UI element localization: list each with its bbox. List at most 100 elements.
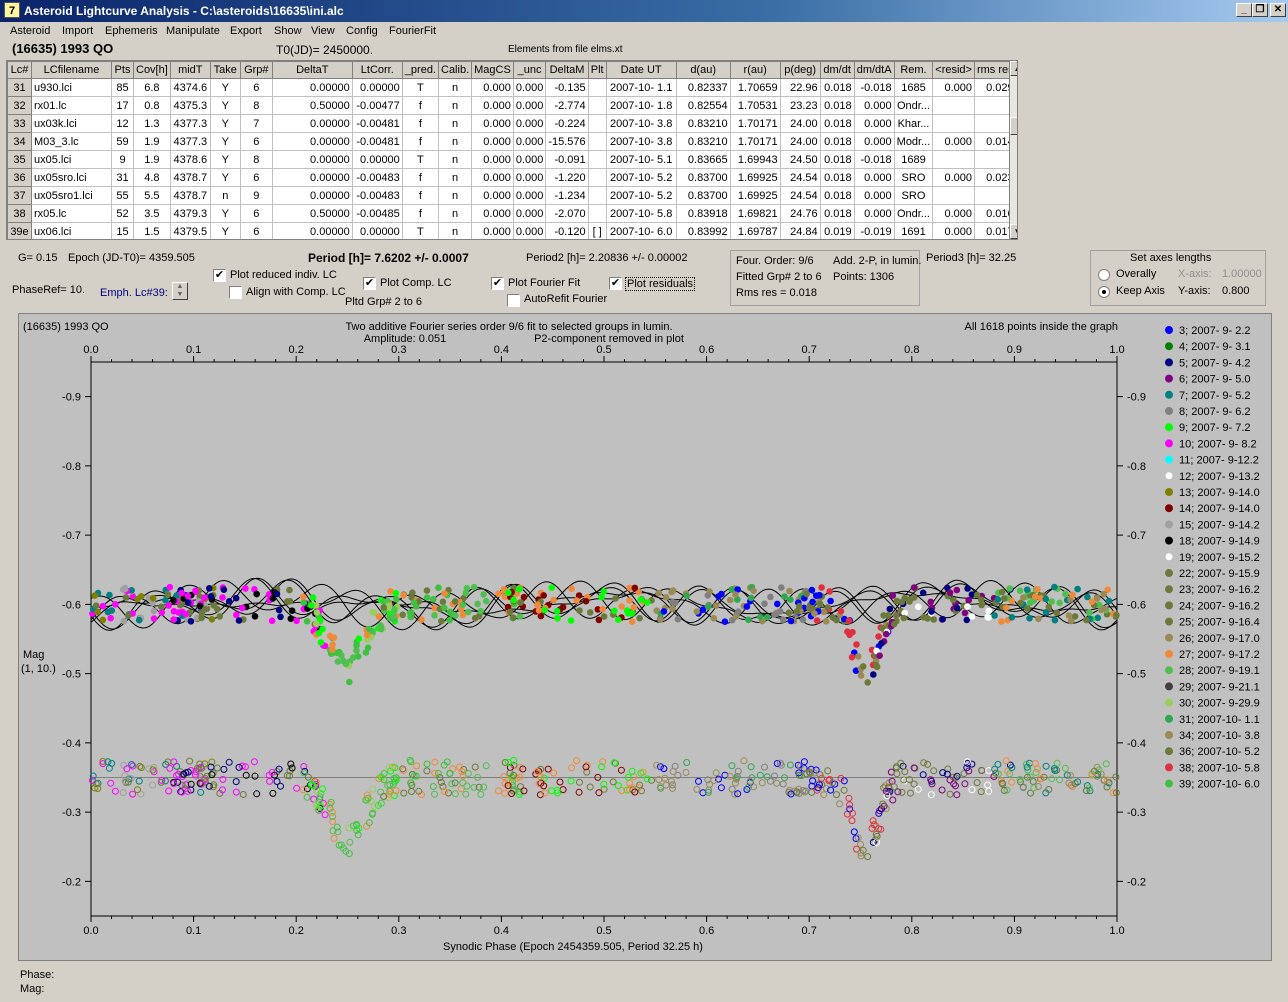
keepaxis-radio[interactable] xyxy=(1098,286,1110,298)
table-cell[interactable]: [ ] xyxy=(587,222,607,239)
row-header[interactable]: 38 xyxy=(7,204,32,223)
row-header[interactable]: 39e xyxy=(7,222,32,239)
table-cell[interactable]: 1.3 xyxy=(133,114,171,133)
table-cell[interactable]: 52 xyxy=(111,204,134,223)
table-cell[interactable] xyxy=(932,96,975,115)
table-row[interactable]: 31 u930.lci 85 6.8 4374.6 Y 6 0.00000 0.00000 Tn 0… xyxy=(7,78,1017,97)
table-cell[interactable]: 6 xyxy=(239,204,273,223)
table-cell[interactable]: -0.00477 xyxy=(351,96,403,115)
table-cell[interactable]: 5.5 xyxy=(133,186,171,205)
row-header[interactable]: 31 xyxy=(7,78,32,97)
table-cell[interactable]: 4377.3 xyxy=(169,114,211,133)
row-header[interactable]: 32 xyxy=(7,96,32,115)
table-cell[interactable]: Y xyxy=(209,96,241,115)
table-cell[interactable]: 1.70171 xyxy=(729,132,781,151)
table-cell[interactable]: 24.54 xyxy=(779,186,821,205)
menu-view[interactable]: View xyxy=(311,25,335,37)
table-cell[interactable]: 0.000 xyxy=(512,186,547,205)
table-cell[interactable]: 0.82554 xyxy=(675,96,731,115)
column-header[interactable]: midT xyxy=(169,61,211,79)
table-cell[interactable]: 2007-10- 3.8 xyxy=(605,132,677,151)
table-cell[interactable]: 22.96 xyxy=(779,78,821,97)
table-cell[interactable]: 0.000 xyxy=(853,186,895,205)
table-cell[interactable]: 0.000 xyxy=(471,78,514,97)
table-cell[interactable] xyxy=(587,114,607,133)
table-cell[interactable]: 3.5 xyxy=(133,204,171,223)
table-cell[interactable]: 0.83665 xyxy=(675,150,731,169)
table-cell[interactable]: 0.82337 xyxy=(675,78,731,97)
table-cell[interactable]: 1.70531 xyxy=(729,96,781,115)
column-header[interactable]: dm/dt xyxy=(819,61,855,79)
table-cell[interactable]: n xyxy=(209,186,241,205)
table-cell[interactable]: -1.234 xyxy=(545,186,589,205)
table-cell[interactable]: 0.000 xyxy=(932,132,975,151)
table-row[interactable]: 34 M03_3.lc 59 1.9 4377.3 Y 6 0.00000 -0.00481 f n… xyxy=(7,132,1017,151)
table-cell[interactable]: n xyxy=(437,222,473,239)
table-cell[interactable]: T xyxy=(401,222,440,239)
table-cell[interactable]: 1.69925 xyxy=(729,186,781,205)
table-cell[interactable] xyxy=(932,186,975,205)
row-header[interactable]: 35 xyxy=(7,150,32,169)
table-cell[interactable]: f xyxy=(401,114,440,133)
table-row[interactable]: 38 rx05.lc 52 3.5 4379.3 Y 6 0.50000 -0.00485 f n 0… xyxy=(7,204,1017,223)
column-header[interactable]: p(deg) xyxy=(779,61,821,79)
table-cell[interactable]: 0.000 xyxy=(512,132,547,151)
table-cell[interactable]: f xyxy=(401,186,440,205)
table-cell[interactable]: 0.50000 xyxy=(271,96,353,115)
table-cell[interactable]: 2007-10- 6.0 xyxy=(605,222,677,239)
table-cell[interactable]: f xyxy=(401,168,440,187)
table-cell[interactable]: 17 xyxy=(111,96,134,115)
table-cell[interactable] xyxy=(932,150,975,169)
table-cell[interactable]: 24.84 xyxy=(779,222,821,239)
table-cell[interactable]: f xyxy=(401,132,440,151)
table-cell[interactable]: 2007-10- 5.2 xyxy=(605,186,677,205)
table-cell[interactable]: -1.220 xyxy=(545,168,589,187)
table-cell[interactable]: 4378.6 xyxy=(169,150,211,169)
table-cell[interactable]: 1689 xyxy=(893,150,934,169)
table-cell[interactable]: Y xyxy=(209,150,241,169)
scroll-thumb[interactable] xyxy=(1010,117,1017,135)
column-header[interactable]: DeltaM xyxy=(545,61,589,79)
table-cell[interactable]: 1.5 xyxy=(133,222,171,239)
table-cell[interactable]: 0.000 xyxy=(932,204,975,223)
table-cell[interactable]: ux05sro1.lci xyxy=(31,186,112,205)
lightcurve-plot[interactable]: (16635) 1993 QO Two additive Fourier ser… xyxy=(18,313,1272,961)
table-cell[interactable]: Y xyxy=(209,78,241,97)
table-row[interactable]: 32 rx01.lc 17 0.8 4375.3 Y 8 0.50000 -0.00477 f n 0… xyxy=(7,96,1017,115)
table-cell[interactable] xyxy=(587,186,607,205)
table-cell[interactable]: 2007-10- 5.2 xyxy=(605,168,677,187)
column-header[interactable]: r(au) xyxy=(729,61,781,79)
table-cell[interactable]: 0.000 xyxy=(471,186,514,205)
yaxis-value[interactable]: 0.800 xyxy=(1222,285,1250,297)
table-cell[interactable]: 1.69943 xyxy=(729,150,781,169)
table-row[interactable]: 39e ux06.lci 15 1.5 4379.5 Y 6 0.00000 0.00000 Tn… xyxy=(7,222,1017,239)
column-header[interactable]: Calib. xyxy=(437,61,473,79)
menu-export[interactable]: Export xyxy=(230,25,262,37)
table-cell[interactable]: 0.000 xyxy=(932,222,975,239)
table-cell[interactable]: Y xyxy=(209,222,241,239)
table-cell[interactable]: 2007-10- 5.8 xyxy=(605,204,677,223)
table-cell[interactable]: -0.018 xyxy=(853,78,895,97)
table-cell[interactable]: rx01.lc xyxy=(31,96,112,115)
table-cell[interactable]: SRO xyxy=(893,186,934,205)
table-cell[interactable]: 1.69787 xyxy=(729,222,781,239)
table-cell[interactable]: 0.00000 xyxy=(271,132,353,151)
table-cell[interactable]: 0.000 xyxy=(471,114,514,133)
column-header[interactable]: _unc xyxy=(512,61,547,79)
minimize-button[interactable]: _ xyxy=(1236,3,1252,17)
column-header[interactable]: dm/dtA xyxy=(853,61,895,79)
plot-comp-checkbox[interactable]: ✔ xyxy=(363,277,376,290)
table-cell[interactable]: n xyxy=(437,150,473,169)
column-header[interactable]: _pred. xyxy=(401,61,440,79)
table-cell[interactable]: 0.018 xyxy=(819,204,855,223)
table-cell[interactable]: 0.00000 xyxy=(271,114,353,133)
table-cell[interactable]: n xyxy=(437,78,473,97)
table-cell[interactable]: 0.8 xyxy=(133,96,171,115)
table-cell[interactable]: 2007-10- 1.1 xyxy=(605,78,677,97)
align-checkbox[interactable] xyxy=(229,286,242,299)
table-cell[interactable]: 6 xyxy=(239,168,273,187)
table-cell[interactable]: -0.018 xyxy=(853,150,895,169)
xaxis-value[interactable]: 1.00000 xyxy=(1222,268,1262,280)
column-header[interactable]: Lc# xyxy=(7,61,32,79)
table-cell[interactable]: f xyxy=(401,96,440,115)
